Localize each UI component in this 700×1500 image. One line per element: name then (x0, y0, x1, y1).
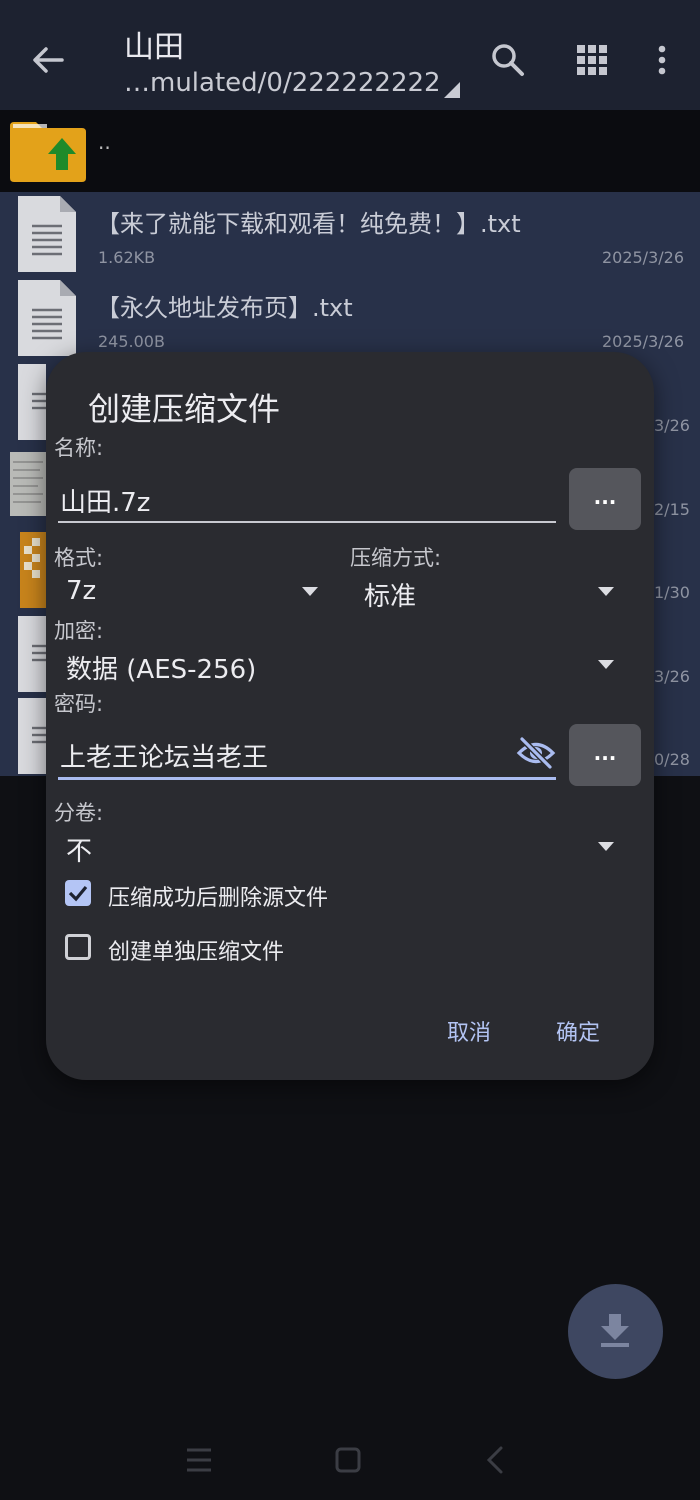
method-select[interactable]: 标准 (364, 576, 416, 613)
ok-button[interactable]: 确定 (556, 1015, 600, 1047)
document-icon (18, 196, 76, 272)
back-arrow-icon[interactable] (28, 40, 68, 80)
delete-source-checkbox[interactable] (65, 880, 91, 906)
split-label: 分卷: (54, 801, 104, 825)
parent-folder-label: .. (98, 130, 111, 154)
separate-archive-label[interactable]: 创建单独压缩文件 (108, 934, 284, 966)
folder-title: 山田 (124, 30, 184, 65)
document-icon (18, 698, 46, 774)
format-label: 格式: (54, 546, 104, 570)
file-date: 3/26 (654, 667, 690, 686)
search-icon[interactable] (490, 42, 526, 78)
separate-archive-checkbox[interactable] (65, 934, 91, 960)
file-date: 2025/3/26 (601, 332, 684, 351)
name-underline (58, 521, 556, 523)
visibility-off-icon[interactable] (516, 736, 556, 770)
password-underline (58, 777, 556, 780)
split-select[interactable]: 不 (66, 831, 92, 868)
chevron-down-icon[interactable] (598, 587, 614, 596)
encrypt-select[interactable]: 数据 (AES-256) (66, 649, 256, 686)
chevron-down-icon[interactable] (598, 842, 614, 851)
file-size: 245.00B (98, 332, 165, 351)
list-item[interactable]: 【永久地址发布页】.txt 245.00B 2025/3/26 (0, 276, 700, 360)
app-bar: 山田 …mulated/0/222222222 (0, 0, 700, 110)
path-dropdown-icon[interactable] (444, 82, 460, 98)
file-date: 2/15 (654, 500, 690, 519)
archive-icon (20, 532, 46, 608)
file-name: 【永久地址发布页】.txt (96, 294, 353, 322)
file-size: 1.62KB (98, 248, 156, 267)
browse-button[interactable]: ... (569, 468, 641, 530)
download-fab[interactable] (568, 1284, 663, 1379)
list-item[interactable]: 【来了就能下载和观看！纯免费！】.txt 1.62KB 2025/3/26 (0, 192, 700, 276)
file-date: 3/26 (654, 416, 690, 435)
name-label: 名称: (54, 436, 104, 460)
chevron-down-icon[interactable] (302, 587, 318, 596)
file-date: 1/30 (654, 583, 690, 602)
file-name: 【来了就能下载和观看！纯免费！】.txt (96, 210, 521, 238)
home-icon[interactable] (334, 1440, 362, 1480)
format-select[interactable]: 7z (66, 576, 96, 606)
file-date: 2025/3/26 (601, 248, 684, 267)
download-icon (601, 1314, 629, 1347)
folder-path[interactable]: …mulated/0/222222222 (124, 68, 441, 98)
encrypt-label: 加密: (54, 619, 104, 643)
delete-source-label[interactable]: 压缩成功后删除源文件 (108, 880, 328, 912)
more-vert-icon[interactable] (644, 42, 680, 78)
nav-back-icon[interactable] (484, 1440, 506, 1480)
password-options-button[interactable]: ... (569, 724, 641, 786)
check-icon (68, 885, 88, 902)
document-icon (18, 364, 46, 440)
image-thumbnail-icon (10, 452, 46, 516)
document-icon (18, 280, 76, 356)
cancel-button[interactable]: 取消 (447, 1015, 491, 1047)
dialog-title: 创建压缩文件 (88, 390, 281, 428)
archive-name-input[interactable]: 山田.7z (60, 482, 150, 519)
grid-view-icon[interactable] (574, 42, 610, 78)
password-input[interactable]: 上老王论坛当老王 (60, 737, 268, 774)
recent-apps-icon[interactable] (186, 1440, 212, 1480)
file-date: 0/28 (654, 750, 690, 769)
method-label: 压缩方式: (350, 546, 442, 570)
folder-up-icon (10, 122, 86, 182)
password-label: 密码: (54, 692, 104, 716)
chevron-down-icon[interactable] (598, 660, 614, 669)
document-icon (18, 616, 46, 692)
create-archive-dialog (46, 352, 654, 1080)
